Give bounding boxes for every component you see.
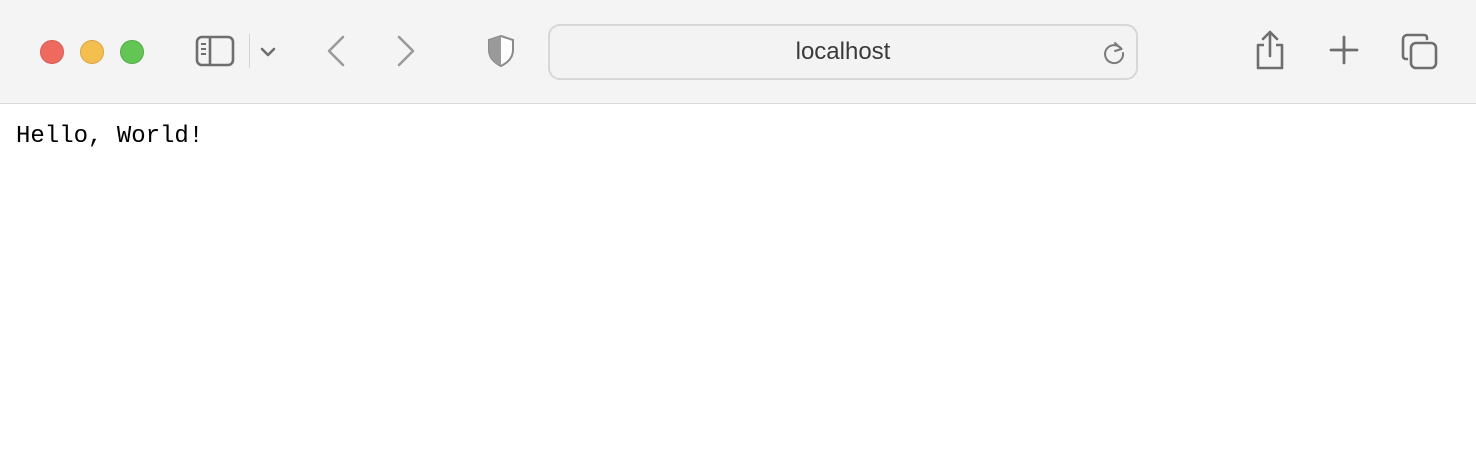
sidebar-icon <box>195 35 235 67</box>
back-button[interactable] <box>320 32 352 70</box>
tab-overview-icon <box>1401 33 1438 70</box>
privacy-report-button[interactable] <box>484 32 518 70</box>
close-window-button[interactable] <box>40 40 64 64</box>
address-bar-url: localhost <box>795 38 891 65</box>
chevron-down-icon <box>260 47 276 57</box>
sidebar-toggle-button[interactable] <box>192 32 238 70</box>
chevron-right-icon <box>397 35 415 67</box>
address-bar[interactable]: localhost <box>548 24 1138 80</box>
web-page-content: Hello, World! <box>0 105 1476 456</box>
browser-window: localhost Hello, World! <box>0 0 1476 456</box>
minimize-window-button[interactable] <box>80 40 104 64</box>
new-tab-button[interactable] <box>1324 30 1364 70</box>
reload-icon <box>1104 42 1125 65</box>
share-button[interactable] <box>1250 28 1290 72</box>
maximize-window-button[interactable] <box>120 40 144 64</box>
tab-overview-button[interactable] <box>1398 30 1440 72</box>
toolbar-divider <box>249 34 250 68</box>
plus-icon <box>1329 35 1359 65</box>
share-icon <box>1256 30 1284 70</box>
chevron-left-icon <box>327 35 345 67</box>
shield-icon <box>488 34 514 68</box>
page-body-text: Hello, World! <box>16 123 204 150</box>
forward-button[interactable] <box>390 32 422 70</box>
browser-toolbar: localhost <box>0 0 1476 104</box>
reload-button[interactable] <box>1100 39 1128 67</box>
tab-group-menu-button[interactable] <box>256 40 280 64</box>
